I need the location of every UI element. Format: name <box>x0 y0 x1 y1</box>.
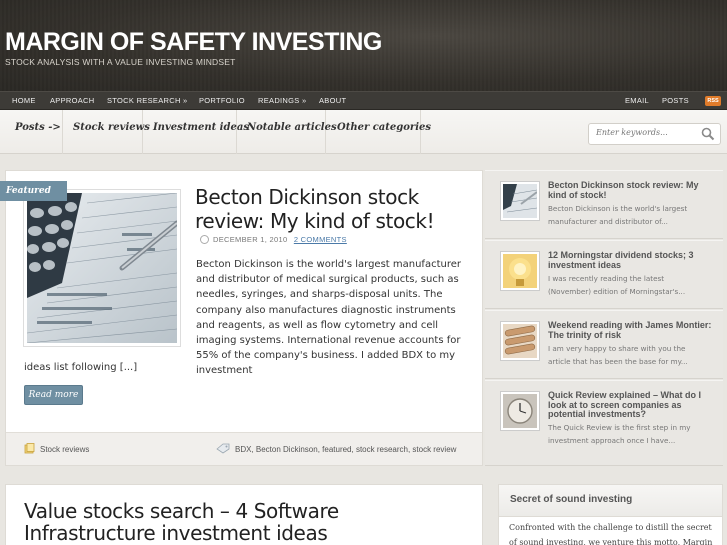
list-item[interactable]: Weekend reading with James Montier: The … <box>485 310 723 379</box>
post-title[interactable]: Value stocks search – 4 Software Infrast… <box>24 500 354 544</box>
post-thumbnail[interactable] <box>501 392 539 430</box>
nav-home[interactable]: HOME <box>12 96 36 105</box>
site-tagline: STOCK ANALYSIS WITH A VALUE INVESTING MI… <box>5 57 236 67</box>
nav-readings[interactable]: READINGS » <box>258 96 306 105</box>
featured-posts-list: Becton Dickinson stock review: My kind o… <box>485 170 723 466</box>
featured-post-excerpt-tail: ideas list following [...] <box>24 362 138 373</box>
clock-icon <box>200 235 209 244</box>
post-category: Stock reviews <box>24 443 89 454</box>
featured-post-excerpt: Becton Dickinson is the world's largest … <box>196 259 461 377</box>
list-item-title[interactable]: Weekend reading with James Montier: The … <box>548 320 718 340</box>
category-investment-ideas[interactable]: Investment ideas <box>153 110 249 154</box>
nav-approach[interactable]: APPROACH <box>50 96 95 105</box>
category-notable-articles[interactable]: Notable articles <box>247 110 337 154</box>
post-thumbnail[interactable] <box>501 322 539 360</box>
post-tag-list[interactable]: BDX, Becton Dickinson, featured, stock r… <box>235 445 456 454</box>
nav-about[interactable]: ABOUT <box>319 96 346 105</box>
list-item-title[interactable]: Quick Review explained – What do I look … <box>548 390 718 420</box>
search-icon[interactable] <box>701 127 715 141</box>
nav-stock-research[interactable]: STOCK RESEARCH » <box>107 96 188 105</box>
nav-posts[interactable]: POSTS <box>662 96 689 105</box>
category-other-categories[interactable]: Other categories <box>337 110 431 154</box>
list-item-desc: I was recently reading the latest (Novem… <box>548 274 686 296</box>
list-item[interactable]: 12 Morningstar dividend stocks; 3 invest… <box>485 240 723 309</box>
category-posts[interactable]: Posts -> <box>15 110 63 154</box>
list-item[interactable]: Quick Review explained – What do I look … <box>485 380 723 466</box>
featured-post-title[interactable]: Becton Dickinson stock review: My kind o… <box>195 185 475 233</box>
top-navigation: HOME APPROACH STOCK RESEARCH » PORTFOLIO… <box>0 91 727 110</box>
widget-text: Confronted with the challenge to distill… <box>509 523 713 545</box>
nav-email[interactable]: EMAIL <box>625 96 649 105</box>
category-stock-reviews[interactable]: Stock reviews <box>73 110 150 154</box>
rss-icon[interactable]: RSS <box>705 96 721 106</box>
tag-icon <box>216 443 230 454</box>
post-date: DECEMBER 1, 2010 <box>213 235 288 244</box>
list-item-desc: The Quick Review is the first step in my… <box>548 423 691 445</box>
post-category-link[interactable]: Stock reviews <box>40 445 89 454</box>
comments-link[interactable]: 2 COMMENTS <box>294 235 347 244</box>
featured-post-thumbnail[interactable] <box>24 190 180 346</box>
folder-icon <box>24 443 35 454</box>
list-item-desc: I am very happy to share with you the ar… <box>548 344 688 366</box>
list-item-title[interactable]: 12 Morningstar dividend stocks; 3 invest… <box>548 250 718 270</box>
site-header: MARGIN OF SAFETY INVESTING STOCK ANALYSI… <box>0 0 727 91</box>
widget-title: Secret of sound investing <box>510 494 633 505</box>
list-item[interactable]: Becton Dickinson stock review: My kind o… <box>485 170 723 239</box>
read-more-button[interactable]: Read more <box>24 385 83 405</box>
post-tags: BDX, Becton Dickinson, featured, stock r… <box>216 443 456 454</box>
featured-label: Featured <box>0 181 67 201</box>
site-title[interactable]: MARGIN OF SAFETY INVESTING <box>5 28 382 57</box>
search-box <box>588 123 721 145</box>
list-item-title[interactable]: Becton Dickinson stock review: My kind o… <box>548 180 718 200</box>
search-input[interactable] <box>596 128 696 137</box>
featured-post-meta: DECEMBER 1, 2010 2 COMMENTS <box>200 235 347 244</box>
nav-portfolio[interactable]: PORTFOLIO <box>199 96 245 105</box>
list-item-desc: Becton Dickinson is the world's largest … <box>548 204 688 226</box>
post-thumbnail[interactable] <box>501 182 539 220</box>
post-thumbnail[interactable] <box>501 252 539 290</box>
